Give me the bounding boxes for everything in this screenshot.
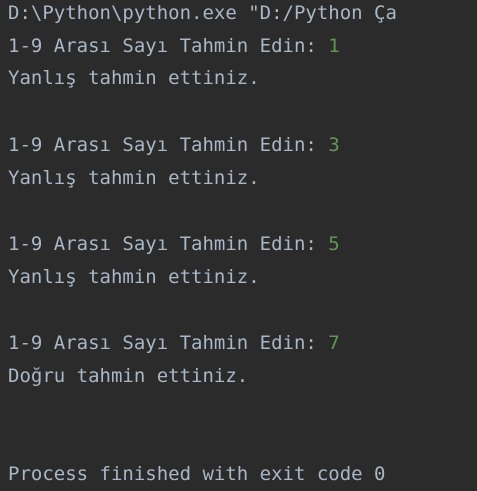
prompt-text: 1-9 Arası Sayı Tahmin Edin: bbox=[8, 233, 329, 255]
result-line-1: Yanlış tahmin ettiniz. bbox=[8, 67, 260, 89]
prompt-line-3: 1-9 Arası Sayı Tahmin Edin: 5 bbox=[8, 232, 340, 256]
prompt-text: 1-9 Arası Sayı Tahmin Edin: bbox=[8, 35, 329, 57]
prompt-line-4: 1-9 Arası Sayı Tahmin Edin: 7 bbox=[8, 331, 340, 355]
run-console-output[interactable]: D:\Python\python.exe "D:/Python Ça 1-9 A… bbox=[0, 0, 477, 491]
user-input-value: 3 bbox=[328, 134, 340, 156]
prompt-text: 1-9 Arası Sayı Tahmin Edin: bbox=[8, 134, 329, 156]
result-line-3: Yanlış tahmin ettiniz. bbox=[8, 266, 260, 288]
prompt-text: 1-9 Arası Sayı Tahmin Edin: bbox=[8, 332, 329, 354]
user-input-value: 5 bbox=[328, 233, 340, 255]
prompt-line-2: 1-9 Arası Sayı Tahmin Edin: 3 bbox=[8, 133, 340, 157]
result-line-2: Yanlış tahmin ettiniz. bbox=[8, 167, 260, 189]
result-line-4: Doğru tahmin ettiniz. bbox=[8, 365, 249, 387]
command-line: D:\Python\python.exe "D:/Python Ça bbox=[8, 2, 397, 24]
user-input-value: 1 bbox=[328, 35, 340, 57]
exit-message: Process finished with exit code 0 bbox=[8, 463, 386, 485]
prompt-line-1: 1-9 Arası Sayı Tahmin Edin: 1 bbox=[8, 34, 340, 58]
user-input-value: 7 bbox=[328, 332, 340, 354]
